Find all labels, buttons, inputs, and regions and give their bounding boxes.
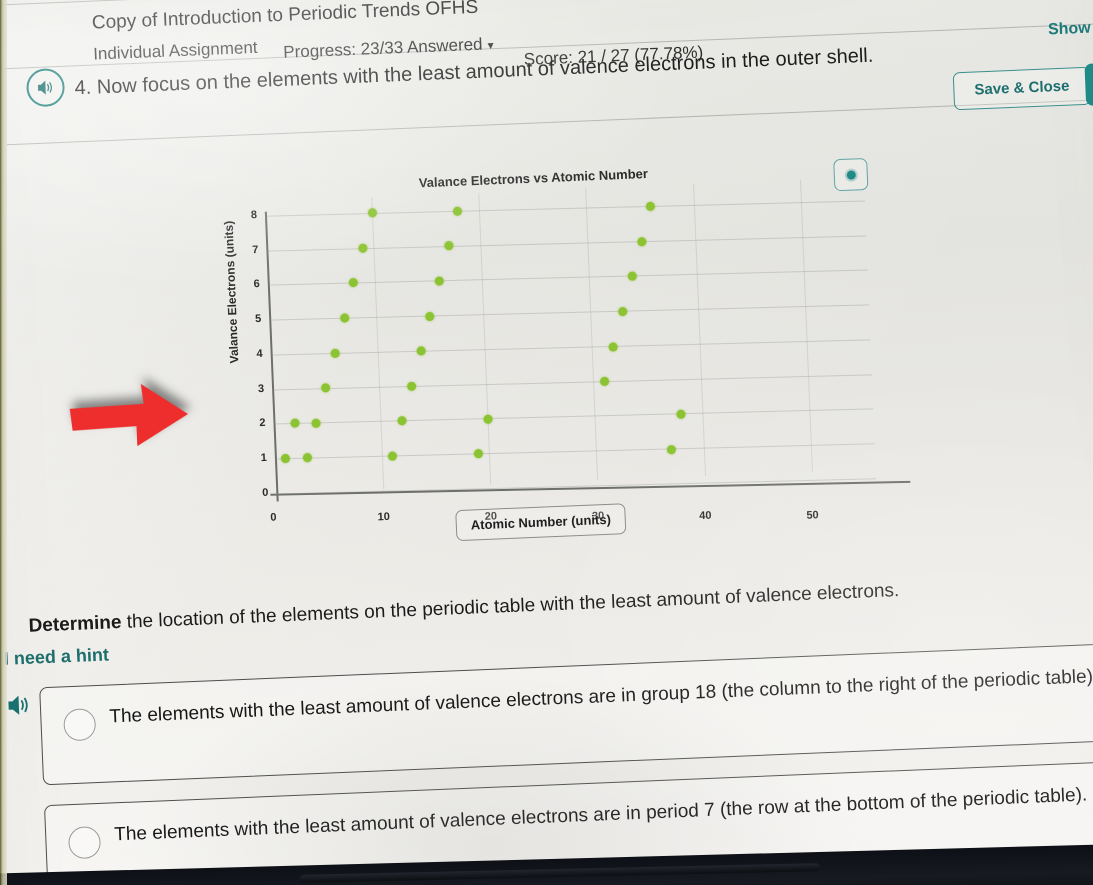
chart-data-point [406,381,417,391]
answer-option-1-label: The elements with the least amount of va… [108,665,1093,728]
need-a-hint-link[interactable]: I need a hint [4,644,110,669]
chart-vgridline [692,184,706,476]
chart-data-point [311,418,322,428]
scatter-chart: Valance Electrons vs Atomic Number Valan… [194,157,911,580]
chart-x-tick-label: 50 [806,509,819,522]
chart-data-point [636,237,647,247]
chart-data-point [388,451,398,461]
chart-data-point [453,206,463,216]
chart-gridline [267,269,868,287]
chart-data-point [618,306,628,317]
chart-data-point [473,449,484,459]
show-link[interactable]: Show [1048,20,1091,40]
chart-x-tick-label: 40 [698,509,712,522]
chart-data-point [290,418,300,429]
chart-y-tick-label: 6 [253,278,261,291]
chart-data-point [627,271,637,282]
header-divider-top [1,0,1093,6]
chart-data-point [302,453,312,463]
chart-x-axis-label: Atomic Number (units) [455,503,627,542]
chart-gridline [272,374,872,391]
chart-y-tick-label: 3 [257,382,265,395]
answer-option-1[interactable]: The elements with the least amount of va… [39,641,1093,786]
progress-dropdown[interactable]: Progress: 23/33 Answered ▾ [283,34,494,63]
assignment-type: Individual Assignment [92,37,258,64]
prompt-rest: the location of the elements on the peri… [121,580,900,633]
chart-y-tick-label: 4 [256,347,263,361]
chart-y-tick-label: 0 [261,486,269,500]
header-divider-bottom [6,97,1093,146]
chart-vgridline [585,188,599,481]
chart-data-point [367,208,377,218]
chart-data-point [599,376,609,387]
chart-data-point [348,278,359,288]
chart-data-point [608,341,619,352]
chart-gridline [266,235,867,252]
chart-gridline [264,200,865,217]
chart-y-tick-label: 5 [254,313,262,326]
photo-left-edge [0,0,7,885]
chart-y-axis-label: Valance Electrons (units) [221,220,242,364]
chart-data-point [675,409,686,420]
chart-x-tick-label: 10 [377,510,391,524]
red-arrow-annotation [69,383,189,447]
chart-data-point [397,416,407,426]
photo-of-screen: tives.com Copy of Introduction to Period… [0,0,1093,885]
prompt-text: Determine the location of the elements o… [28,580,900,638]
chart-x-tick-label: 0 [270,511,277,524]
speaker-icon [37,80,52,95]
chart-data-point [415,346,426,356]
chart-gridline [273,408,874,425]
chart-data-point [443,241,454,251]
next-button[interactable] [1084,61,1093,106]
chart-plot-area: 0 1 2 3 4 5 6 7 8 0 10 20 30 40 50 [251,177,911,524]
chart-vgridline [799,179,813,472]
chart-gridline [270,339,871,356]
chart-data-point [483,414,493,424]
quiz-page: tives.com Copy of Introduction to Period… [0,0,1093,885]
chart-gridline [276,478,877,495]
progress-label: Progress: 23/33 Answered [282,34,483,62]
radio-button-1[interactable] [63,708,97,742]
chart-gridline [269,304,870,321]
chart-data-point [425,311,435,321]
chart-data-point [645,202,656,212]
screen-surface: tives.com Copy of Introduction to Period… [0,0,1093,885]
chart-y-tick-label: 2 [259,417,266,430]
save-and-close-button[interactable]: Save & Close [952,66,1092,111]
chart-y-tick-label: 1 [260,452,268,465]
chart-vgridline [371,197,385,490]
chart-data-point [320,383,331,393]
prompt-bold: Determine [28,611,122,637]
radio-button-2[interactable] [67,825,102,860]
chart-y-tick-label: 7 [252,243,259,256]
chevron-down-icon: ▾ [487,38,494,53]
chart-data-point [330,348,340,358]
assignment-title: Copy of Introduction to Periodic Trends … [91,0,479,34]
chart-data-point [358,243,368,253]
chart-data-point [280,453,291,464]
chart-data-point [666,444,677,455]
chart-gridline [274,443,875,460]
answer-option-2-label: The elements with the least amount of va… [113,784,1088,846]
chart-data-point [434,276,444,286]
speaker-icon [8,695,28,715]
chart-vgridline [478,192,492,485]
chart-y-tick-label: 8 [250,208,258,222]
read-aloud-question-icon[interactable] [25,67,66,108]
chart-data-point [339,313,349,323]
chart-x-axis-line [270,480,911,496]
